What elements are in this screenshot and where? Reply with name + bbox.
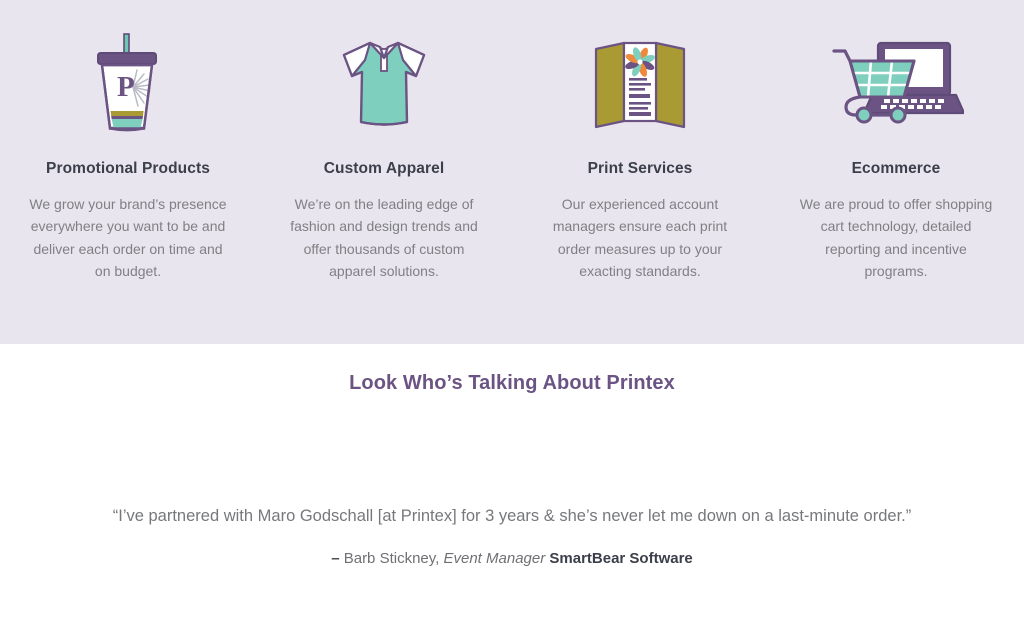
service-title: Custom Apparel — [323, 160, 445, 177]
attribution-role: Event Manager — [439, 550, 550, 568]
attribution-dash: – — [331, 550, 344, 568]
brochure-icon — [588, 30, 692, 138]
testimonial-item: “I’ve partnered with Maro Godschall [at … — [62, 504, 962, 568]
service-column-promotional-products[interactable]: P Promotional Products We grow your bran… — [0, 30, 256, 283]
service-title: Print Services — [587, 160, 693, 177]
service-description: We grow your brand’s presence everywhere… — [29, 195, 227, 280]
polo-shirt-icon — [332, 30, 436, 138]
attribution-organization: SmartBear Software — [549, 550, 693, 568]
attribution-name: Barb Stickney, — [343, 550, 440, 568]
tumbler-cup-icon: P — [86, 30, 170, 138]
testimonials-section: Look Who’s Talking About Printex “I’ve p… — [0, 344, 1024, 629]
testimonial-attribution: – Barb Stickney, Event Manager SmartBear… — [62, 550, 962, 567]
testimonials-heading: Look Who’s Talking About Printex — [349, 372, 675, 394]
service-title: Promotional Products — [46, 160, 210, 177]
service-title: Ecommerce — [851, 160, 941, 177]
service-description: Our experienced account managers ensure … — [552, 195, 728, 280]
service-column-print-services[interactable]: Print Services Our experienced account m… — [512, 30, 768, 283]
services-section: P Promotional Products We grow your bran… — [0, 0, 1024, 344]
service-column-ecommerce[interactable]: Ecommerce We are proud to offer shopping… — [768, 30, 1024, 283]
shopping-cart-laptop-icon — [828, 30, 964, 138]
service-column-custom-apparel[interactable]: Custom Apparel We’re on the leading edge… — [256, 30, 512, 283]
service-description: We are proud to offer shopping cart tech… — [799, 195, 993, 280]
service-description: We’re on the leading edge of fashion and… — [290, 195, 478, 280]
testimonial-quote: “I’ve partnered with Maro Godschall [at … — [112, 506, 912, 525]
svg-text:P: P — [117, 71, 135, 103]
